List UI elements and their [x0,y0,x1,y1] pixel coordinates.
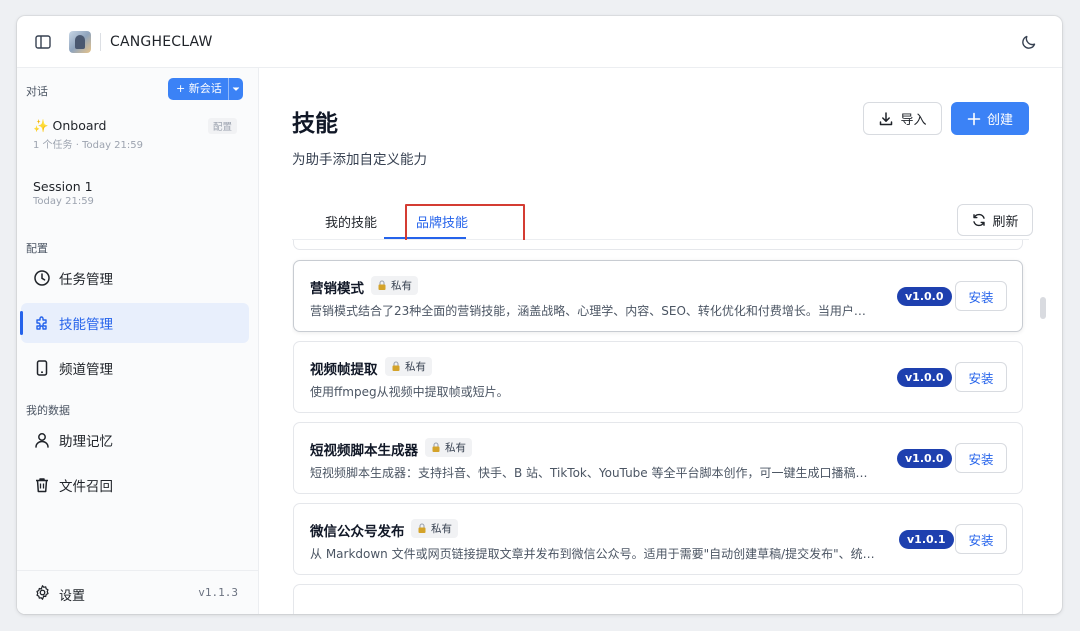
sidebar-item-label: 任务管理 [59,272,113,288]
download-icon [878,111,894,127]
skill-card-partial [293,584,1023,614]
private-badge: 私有 [411,519,458,538]
lock-icon [391,361,401,372]
top-bar: CANGHECLAW [17,16,1062,68]
skill-tabs: 我的技能 品牌技能 [292,192,1029,240]
app-version: v1.1.3 [198,586,238,599]
import-button[interactable]: 导入 [863,102,942,135]
clock-icon [33,269,51,287]
lock-icon [431,442,441,453]
conversation-subtitle: Today 21:59 [33,196,94,207]
page-title: 技能 [292,111,338,137]
phone-icon [33,359,51,377]
settings-label: 设置 [59,589,86,604]
new-chat-button-group: + 新会话 [168,78,243,100]
private-label: 私有 [431,523,452,535]
sidebar-item-label: 频道管理 [59,362,113,378]
skill-description: 营销模式结合了23种全面的营销技能，涵盖战略、心理学、内容、SEO、转化优化和付… [310,304,866,318]
create-button[interactable]: 创建 [951,102,1029,135]
version-badge: v1.0.0 [897,368,952,387]
sidebar-item-label: 文件召回 [59,479,113,495]
sidebar: 对话 + 新会话 ✨ Onboard 1 个任务 · Today 21:59 配… [17,68,259,614]
sidebar-item-memory[interactable]: 助理记忆 [21,420,249,460]
scrollbar-thumb[interactable] [1040,297,1046,319]
sidebar-item-skills[interactable]: 技能管理 [20,303,249,343]
new-chat-dropdown-button[interactable] [227,78,243,100]
skill-card[interactable]: 视频帧提取 私有 使用ffmpeg从视频中提取帧或短片。 v1.0.0 安装 [293,341,1023,413]
tab-my-skills[interactable]: 我的技能 [325,212,377,231]
sidebar-settings-row[interactable]: 设置 v1.1.3 [17,570,258,614]
install-button[interactable]: 安装 [955,362,1007,392]
skill-description: 使用ffmpeg从视频中提取帧或短片。 [310,385,509,399]
user-icon [33,431,51,449]
skill-name: 视频帧提取 [310,362,378,378]
gear-icon [34,584,51,601]
conversation-title: Session 1 [33,179,93,194]
chevron-down-icon [232,87,239,91]
new-chat-button[interactable]: + 新会话 [168,78,228,100]
skill-card[interactable]: 营销模式 私有 营销模式结合了23种全面的营销技能，涵盖战略、心理学、内容、SE… [293,260,1023,332]
skill-name: 营销模式 [310,281,364,297]
skill-description: 短视频脚本生成器：支持抖音、快手、B 站、TikTok、YouTube 等全平台… [310,466,868,480]
sidebar-item-channels[interactable]: 频道管理 [21,348,249,388]
section-label-my-data: 我的数据 [26,404,70,417]
private-label: 私有 [445,442,466,454]
sidebar-item-file-recall[interactable]: 文件召回 [21,465,249,505]
import-label: 导入 [900,113,927,128]
private-label: 私有 [391,280,412,292]
version-badge: v1.0.0 [897,287,952,306]
version-badge: v1.0.1 [899,530,954,549]
create-label: 创建 [986,113,1013,128]
refresh-label: 刷新 [992,214,1019,230]
puzzle-icon [33,314,51,332]
skill-card-partial [293,240,1023,250]
app-title: CANGHECLAW [110,34,213,50]
conversation-subtitle: 1 个任务 · Today 21:59 [33,140,143,151]
install-button[interactable]: 安装 [955,281,1007,311]
conversation-item-session-1[interactable]: Session 1 Today 21:59 [33,179,243,207]
install-button[interactable]: 安装 [955,443,1007,473]
section-label-config: 配置 [26,242,48,255]
lock-icon [417,523,427,534]
private-badge: 私有 [425,438,472,457]
private-badge: 私有 [371,276,418,295]
sidebar-toggle-icon[interactable] [34,33,52,51]
skill-name: 微信公众号发布 [310,524,405,540]
main-content: 技能 为助手添加自定义能力 导入 创建 我的技能 品牌技能 刷新 营销模式 私有… [260,68,1062,614]
sidebar-item-label: 技能管理 [59,317,113,333]
refresh-button[interactable]: 刷新 [957,204,1033,236]
version-badge: v1.0.0 [897,449,952,468]
refresh-icon [971,212,987,228]
lock-icon [377,280,387,291]
skill-list: 营销模式 私有 营销模式结合了23种全面的营销技能，涵盖战略、心理学、内容、SE… [292,240,1032,614]
skill-card[interactable]: 短视频脚本生成器 私有 短视频脚本生成器：支持抖音、快手、B 站、TikTok、… [293,422,1023,494]
topbar-divider [100,33,101,51]
app-window: CANGHECLAW 对话 + 新会话 ✨ Onboard 1 个任务 · To… [17,16,1062,614]
skill-name: 短视频脚本生成器 [310,443,418,459]
conversation-badge: 配置 [207,118,237,134]
skill-card[interactable]: 微信公众号发布 私有 从 Markdown 文件或网页链接提取文章并发布到微信公… [293,503,1023,575]
conversation-item-onboard[interactable]: ✨ Onboard 1 个任务 · Today 21:59 配置 [33,118,243,151]
page-subtitle: 为助手添加自定义能力 [292,152,427,168]
plus-icon [967,112,981,126]
section-label-conversations: 对话 [26,85,48,98]
trash-icon [33,476,51,494]
install-button[interactable]: 安装 [955,524,1007,554]
moon-icon[interactable] [1020,33,1038,51]
sidebar-item-label: 助理记忆 [59,434,113,450]
app-avatar [69,31,91,53]
skill-description: 从 Markdown 文件或网页链接提取文章并发布到微信公众号。适用于需要"自动… [310,547,875,561]
private-label: 私有 [405,361,426,373]
sidebar-item-tasks[interactable]: 任务管理 [21,258,249,298]
private-badge: 私有 [385,357,432,376]
